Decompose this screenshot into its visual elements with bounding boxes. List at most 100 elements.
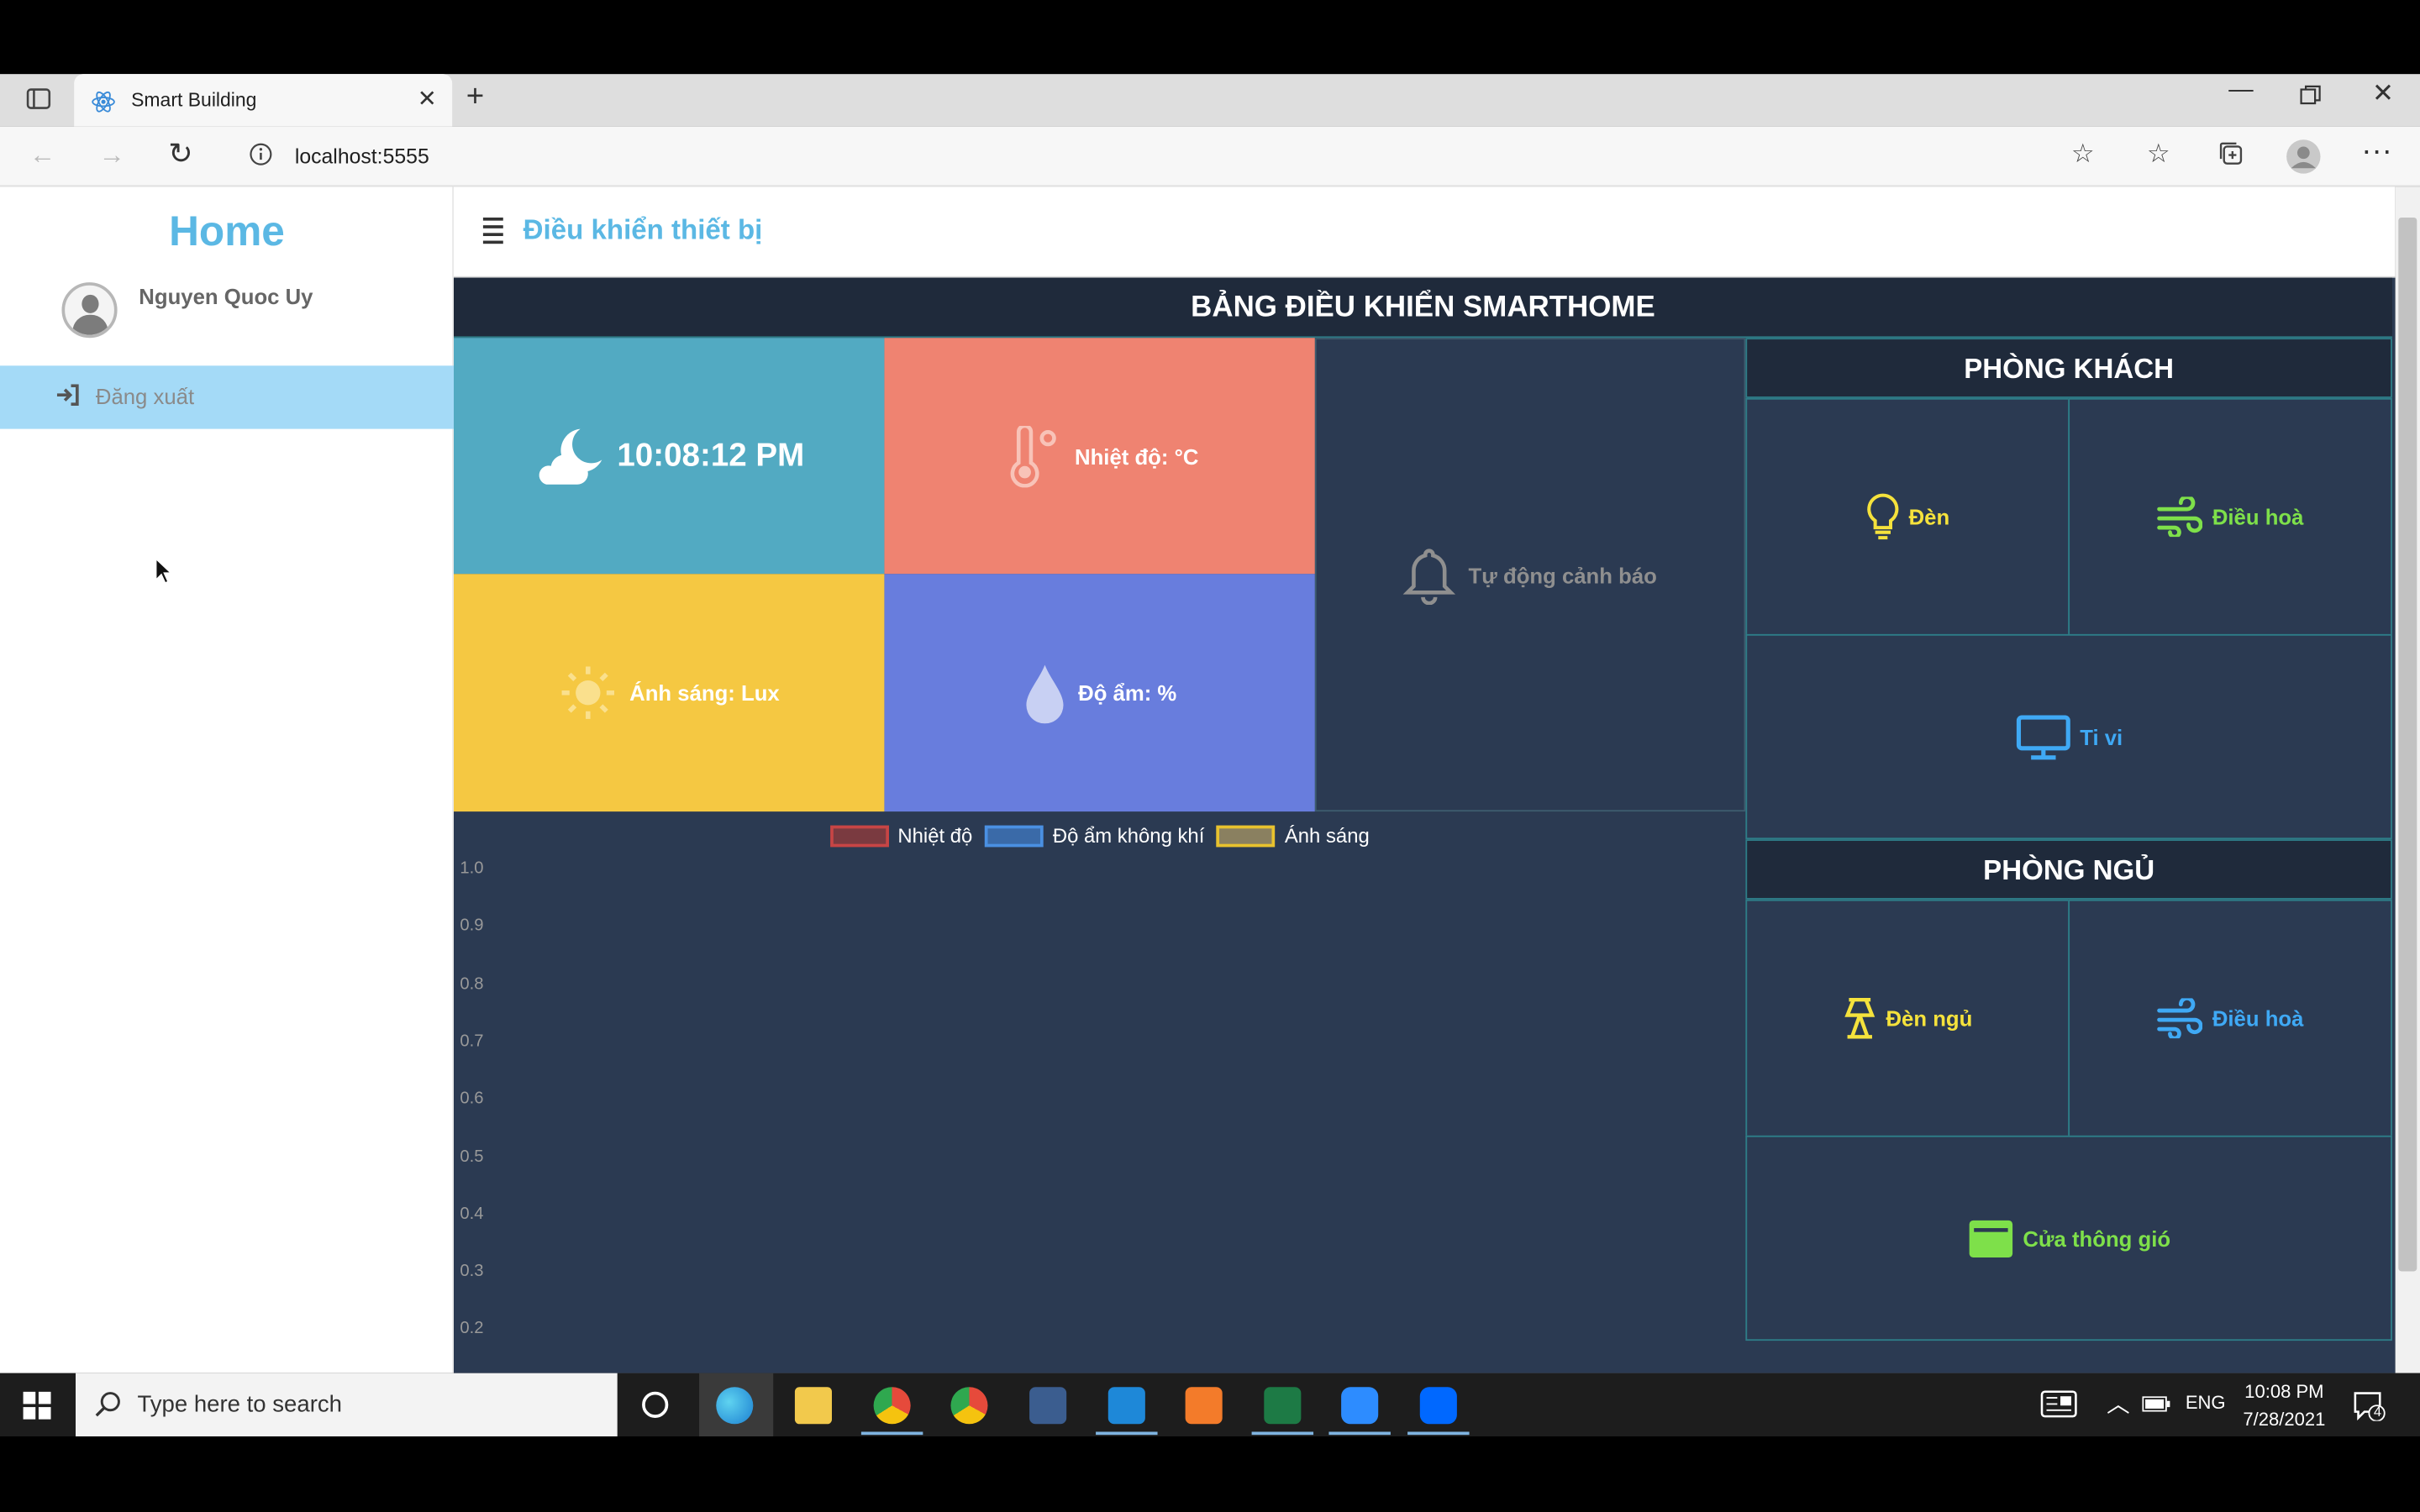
more-menu-icon[interactable]: ··· bbox=[2361, 134, 2392, 170]
clock-time: 10:08 PM bbox=[2244, 1380, 2324, 1403]
living-room-light-button[interactable]: Đèn bbox=[1745, 397, 2070, 636]
favorites-icon[interactable]: ☆ bbox=[2147, 139, 2170, 170]
y-tick-label: 0.3 bbox=[460, 1262, 484, 1281]
sun-icon bbox=[561, 666, 614, 719]
app-running-indicator bbox=[1328, 1431, 1391, 1436]
profile-avatar-icon[interactable] bbox=[2286, 139, 2321, 181]
bell-icon bbox=[1403, 548, 1456, 605]
input-language[interactable]: ENG bbox=[2186, 1392, 2226, 1414]
home-title[interactable]: Home bbox=[0, 208, 454, 256]
living-room-ac-label: Điều hoà bbox=[2212, 504, 2304, 530]
tab-title: Smart Building bbox=[131, 89, 257, 112]
windows-start-icon[interactable] bbox=[23, 1391, 51, 1427]
username: Nguyen Quoc Uy bbox=[139, 283, 313, 309]
forward-icon[interactable]: → bbox=[99, 140, 125, 171]
living-room-light-label: Đèn bbox=[1908, 504, 1950, 530]
chrome-app-icon[interactable] bbox=[873, 1387, 911, 1425]
bedroom-vent-button[interactable]: Cửa thông gió bbox=[1745, 1135, 2392, 1341]
auto-alert-button[interactable]: Tự động cảnh báo bbox=[1314, 338, 1746, 812]
collections-icon[interactable] bbox=[2217, 140, 2244, 174]
bedroom-ac-label: Điều hoà bbox=[2212, 1005, 2304, 1031]
scrollbar-thumb[interactable] bbox=[2398, 217, 2417, 1272]
taskbar: Type here to search ︿ ENG 10:08 PM 7/28/… bbox=[0, 1373, 2420, 1437]
refresh-icon[interactable]: ↻ bbox=[168, 137, 192, 172]
legend-label: Nhiệt độ bbox=[897, 823, 973, 848]
sensor-chart: Nhiệt độ Độ ẩm không khí Ánh sáng 1.0 0.9… bbox=[454, 811, 1745, 1373]
excel-app-icon[interactable] bbox=[1264, 1387, 1302, 1425]
app-running-indicator bbox=[1407, 1431, 1470, 1436]
living-room-ac-button[interactable]: Điều hoà bbox=[2068, 397, 2392, 636]
bedroom-night-light-label: Đèn ngủ bbox=[1886, 1005, 1973, 1031]
legend-swatch bbox=[1217, 824, 1276, 847]
light-label: Ánh sáng: Lux bbox=[629, 680, 780, 706]
y-tick-label: 0.8 bbox=[460, 974, 484, 994]
new-tab-button[interactable]: + bbox=[466, 81, 484, 116]
y-tick-label: 0.6 bbox=[460, 1089, 484, 1109]
clock-time: 10:08:12 PM bbox=[617, 437, 805, 473]
close-window-button[interactable]: ✕ bbox=[2372, 79, 2394, 110]
temperature-tile: Nhiệt độ: °C bbox=[884, 338, 1315, 575]
browser-tab[interactable]: Smart Building ✕ bbox=[74, 74, 453, 127]
wind-icon bbox=[2158, 998, 2203, 1039]
url-field[interactable]: localhost:5555 bbox=[295, 145, 429, 169]
light-tile: Ánh sáng: Lux bbox=[454, 574, 885, 812]
back-icon[interactable]: ← bbox=[29, 140, 55, 171]
cortana-icon[interactable] bbox=[640, 1390, 670, 1427]
logout-label: Đăng xuất bbox=[95, 384, 195, 409]
y-tick-label: 0.4 bbox=[460, 1205, 484, 1224]
y-tick-label: 0.7 bbox=[460, 1032, 484, 1051]
clock-tile: 10:08:12 PM bbox=[454, 338, 885, 575]
file-explorer-app-icon[interactable] bbox=[794, 1387, 833, 1425]
page-title: Điều khiển thiết bị bbox=[523, 214, 763, 246]
close-tab-icon[interactable]: ✕ bbox=[418, 85, 437, 113]
lamp-icon bbox=[1844, 998, 1876, 1039]
user-avatar bbox=[61, 282, 118, 339]
bedroom-ac-button[interactable]: Điều hoà bbox=[2068, 899, 2392, 1137]
legend-item-temperature[interactable]: Nhiệt độ bbox=[829, 823, 973, 848]
logout-button[interactable]: Đăng xuất bbox=[0, 365, 455, 429]
wind-icon bbox=[2158, 496, 2203, 538]
app-running-indicator bbox=[1096, 1431, 1158, 1436]
taskbar-search-input[interactable]: Type here to search bbox=[76, 1373, 618, 1437]
bedroom-night-light-button[interactable]: Đèn ngủ bbox=[1745, 899, 2070, 1137]
mysql-workbench-app-icon[interactable] bbox=[1029, 1387, 1067, 1425]
living-room-tv-button[interactable]: Ti vi bbox=[1745, 633, 2392, 840]
legend-item-humidity[interactable]: Độ ẩm không khí bbox=[985, 824, 1204, 847]
edge-app-icon[interactable] bbox=[716, 1387, 754, 1425]
y-tick-label: 0.5 bbox=[460, 1147, 484, 1166]
minimize-button[interactable]: — bbox=[2228, 77, 2253, 105]
search-icon bbox=[94, 1390, 122, 1425]
humidity-label: Độ ẩm: % bbox=[1078, 680, 1177, 706]
window-vent-icon bbox=[1969, 1219, 2012, 1257]
bedroom-vent-label: Cửa thông gió bbox=[2023, 1226, 2171, 1251]
xampp-app-icon[interactable] bbox=[1185, 1387, 1223, 1425]
zalo-app-icon[interactable] bbox=[1419, 1387, 1457, 1425]
system-clock[interactable]: 10:08 PM 7/28/2021 bbox=[2238, 1378, 2330, 1433]
legend-swatch bbox=[985, 824, 1044, 847]
battery-icon[interactable] bbox=[2142, 1394, 2170, 1416]
y-tick-label: 0.2 bbox=[460, 1320, 484, 1339]
y-tick-label: 1.0 bbox=[460, 859, 484, 879]
bedroom-title: PHÒNG NGỦ bbox=[1745, 839, 2392, 900]
hamburger-menu-icon[interactable] bbox=[482, 217, 503, 249]
cloud-moon-icon bbox=[539, 428, 602, 484]
app-running-indicator bbox=[860, 1431, 923, 1436]
clock-date: 7/28/2021 bbox=[2243, 1408, 2326, 1431]
app-running-indicator bbox=[1251, 1431, 1314, 1436]
water-drop-icon bbox=[1025, 664, 1063, 724]
legend-item-light[interactable]: Ánh sáng bbox=[1217, 824, 1370, 847]
add-favorite-icon[interactable]: ☆ bbox=[2071, 139, 2095, 170]
restore-button[interactable] bbox=[2300, 83, 2322, 114]
news-widget-icon[interactable] bbox=[2040, 1390, 2077, 1423]
zoom-app-icon[interactable] bbox=[1341, 1387, 1379, 1425]
mouse-cursor bbox=[155, 557, 173, 585]
chrome-profile-app-icon[interactable] bbox=[950, 1387, 988, 1425]
tab-actions-icon[interactable] bbox=[26, 87, 51, 119]
y-tick-label: 0.9 bbox=[460, 916, 484, 936]
vscode-app-icon[interactable] bbox=[1107, 1387, 1145, 1425]
temperature-label: Nhiệt độ: °C bbox=[1075, 444, 1199, 469]
dashboard-title: BẢNG ĐIỀU KHIỂN SMARTHOME bbox=[454, 277, 2392, 339]
show-hidden-icons-chevron-icon[interactable]: ︿ bbox=[2107, 1387, 2130, 1420]
thermometer-icon bbox=[1011, 425, 1057, 487]
site-info-icon[interactable] bbox=[249, 142, 273, 175]
